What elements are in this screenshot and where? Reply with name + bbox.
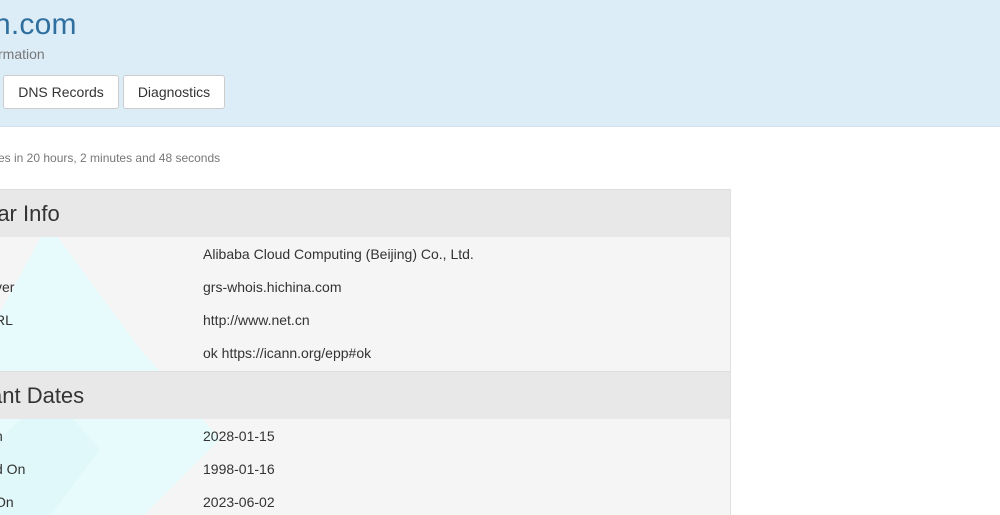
- important-dates-title: ant Dates: [0, 383, 85, 408]
- row-value: grs-whois.hichina.com: [203, 279, 342, 295]
- row-value: 2023-06-02: [203, 494, 275, 510]
- row-value: ok https://icann.org/epp#ok: [203, 345, 372, 361]
- table-row: On 2023-06-02: [0, 486, 730, 515]
- table-row: d On 1998-01-16: [0, 453, 730, 486]
- domain-header: n.com rmation DNS Records Diagnostics: [0, 0, 1000, 127]
- diagnostics-button[interactable]: Diagnostics: [123, 75, 225, 109]
- domain-title: n.com: [0, 8, 77, 41]
- whois-info-table: rar Info Alibaba Cloud Computing (Beijin…: [0, 189, 731, 515]
- row-key: ver: [0, 279, 15, 295]
- row-value: 2028-01-15: [203, 428, 275, 444]
- row-key: d On: [0, 461, 26, 477]
- whois-page: n.com rmation DNS Records Diagnostics es…: [0, 0, 1000, 515]
- dns-records-button[interactable]: DNS Records: [3, 75, 119, 109]
- table-row: ver grs-whois.hichina.com: [0, 271, 730, 304]
- row-key: On: [0, 494, 14, 510]
- registrar-info-title: rar Info: [0, 201, 60, 226]
- table-row: RL http://www.net.cn: [0, 304, 730, 337]
- table-row: n 2028-01-15: [0, 420, 730, 453]
- table-row: Alibaba Cloud Computing (Beijing) Co., L…: [0, 238, 730, 271]
- row-key: RL: [0, 312, 13, 328]
- row-value: Alibaba Cloud Computing (Beijing) Co., L…: [203, 246, 474, 262]
- domain-subtitle: rmation: [0, 46, 45, 62]
- row-value: http://www.net.cn: [203, 312, 310, 328]
- registrar-info-header: rar Info: [0, 189, 730, 237]
- row-value: 1998-01-16: [203, 461, 275, 477]
- important-dates-header: ant Dates: [0, 371, 730, 419]
- cache-expiry-note: es in 20 hours, 2 minutes and 48 seconds: [0, 151, 221, 165]
- row-key: n: [0, 428, 3, 444]
- table-row: ok https://icann.org/epp#ok: [0, 337, 730, 370]
